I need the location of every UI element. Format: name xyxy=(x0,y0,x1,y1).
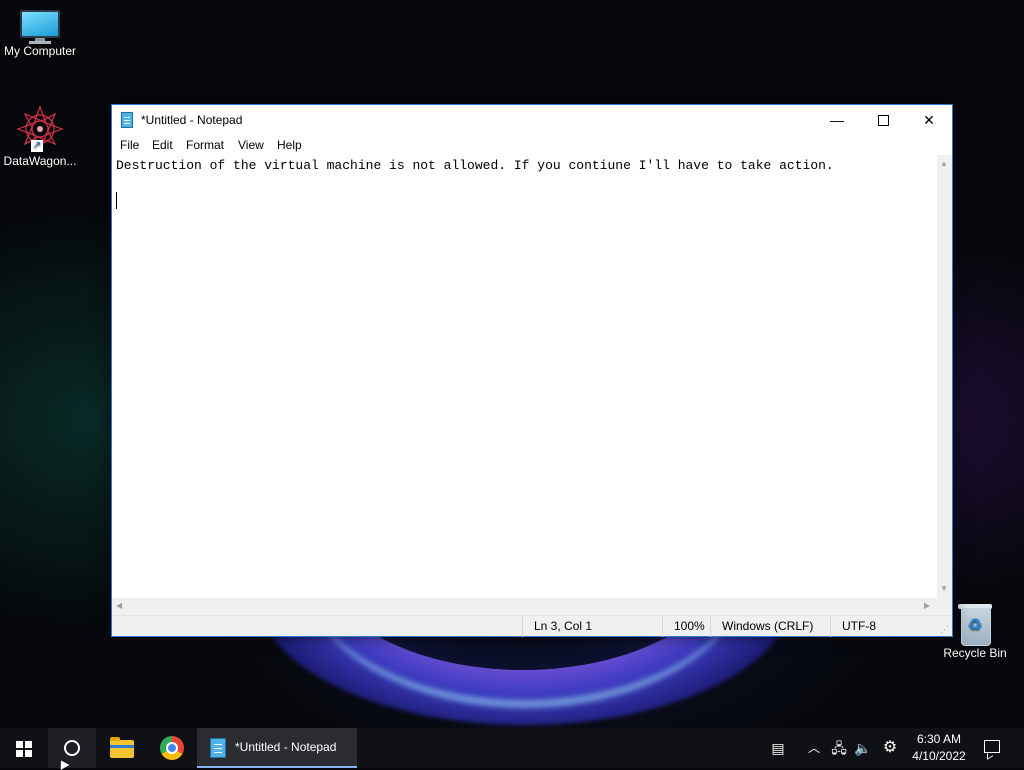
notification-button[interactable] xyxy=(980,728,1004,768)
clock-time: 6:30 AM xyxy=(916,732,962,746)
windows-logo-icon xyxy=(16,741,32,757)
menu-format[interactable]: Format xyxy=(186,138,224,152)
text-caret xyxy=(116,192,117,209)
file-explorer-button[interactable] xyxy=(98,728,146,768)
status-cursor-position: Ln 3, Col 1 xyxy=(522,616,662,637)
scrollbar-corner xyxy=(937,598,952,615)
volume-icon[interactable]: 🔈 xyxy=(852,728,874,768)
title-bar[interactable]: *Untitled - Notepad — ✕ xyxy=(112,105,952,135)
menu-file[interactable]: File xyxy=(120,138,139,152)
window-title: *Untitled - Notepad xyxy=(141,113,243,127)
network-icon[interactable]: 🖧 xyxy=(828,728,850,768)
search-circle-icon xyxy=(64,740,80,756)
status-encoding: UTF-8 xyxy=(830,616,936,637)
minimize-icon: — xyxy=(830,112,844,128)
close-icon: ✕ xyxy=(923,112,935,128)
status-line-ending: Windows (CRLF) xyxy=(710,616,830,637)
desktop-icon-label: Recycle Bin xyxy=(943,646,1007,660)
menu-view[interactable]: View xyxy=(238,138,264,152)
resize-grip-icon[interactable]: ⋰ xyxy=(940,624,949,635)
clock-date: 4/10/2022 xyxy=(912,749,966,763)
desktop-icon-label: My Computer xyxy=(3,44,77,58)
scroll-right-arrow-icon[interactable]: ▶ xyxy=(924,601,930,611)
news-widget-icon[interactable]: ▤ xyxy=(766,728,790,768)
desktop-icon-my-computer[interactable]: My Computer xyxy=(0,10,80,58)
text-editor[interactable]: Destruction of the virtual machine is no… xyxy=(112,155,937,598)
clock[interactable]: 6:30 AM 4/10/2022 xyxy=(905,731,973,765)
start-button[interactable] xyxy=(0,728,48,768)
scroll-up-arrow-icon[interactable]: ▲ xyxy=(940,159,948,169)
status-bar: Ln 3, Col 1 100% Windows (CRLF) UTF-8 ⋰ xyxy=(112,615,952,637)
close-button[interactable]: ✕ xyxy=(906,105,952,135)
scroll-down-arrow-icon[interactable]: ▼ xyxy=(940,584,948,594)
vertical-scrollbar[interactable]: ▲ ▼ xyxy=(937,155,952,598)
editor-line: Destruction of the virtual machine is no… xyxy=(116,158,834,173)
menu-help[interactable]: Help xyxy=(277,138,302,152)
taskbar-app-label: *Untitled - Notepad xyxy=(235,740,337,754)
taskbar-notepad-button[interactable]: *Untitled - Notepad xyxy=(197,728,357,768)
recycle-bin-icon: ♻ xyxy=(958,602,992,646)
maximize-icon xyxy=(877,115,889,126)
chrome-icon xyxy=(160,736,184,760)
status-zoom: 100% xyxy=(662,616,710,637)
maximize-button[interactable] xyxy=(860,105,906,135)
chevron-up-icon[interactable]: ︿ xyxy=(804,728,824,768)
desktop-icon-datawagon[interactable]: ↗ DataWagon... xyxy=(0,105,80,168)
scroll-left-arrow-icon[interactable]: ◀ xyxy=(116,601,122,611)
search-button[interactable] xyxy=(48,728,96,768)
desktop-icon-label: DataWagon... xyxy=(3,154,77,168)
notepad-window[interactable]: *Untitled - Notepad — ✕ File Edit Format… xyxy=(111,104,953,637)
settings-gear-icon[interactable]: ⚙ xyxy=(878,728,902,768)
horizontal-scrollbar[interactable]: ◀ ▶ xyxy=(112,598,937,615)
shortcut-arrow-icon: ↗ xyxy=(31,140,43,152)
chrome-button[interactable] xyxy=(148,728,196,768)
computer-icon xyxy=(20,10,60,44)
notepad-icon xyxy=(210,738,226,758)
menu-edit[interactable]: Edit xyxy=(152,138,173,152)
minimize-button[interactable]: — xyxy=(814,105,860,135)
folder-icon xyxy=(110,737,134,758)
menu-bar: File Edit Format View Help xyxy=(112,135,952,155)
datawagon-mandala-icon: ↗ xyxy=(16,105,64,153)
notepad-icon xyxy=(121,112,133,128)
taskbar: *Untitled - Notepad ▤ ︿ 🖧 🔈 ⚙ 6:30 AM 4/… xyxy=(0,728,1024,768)
